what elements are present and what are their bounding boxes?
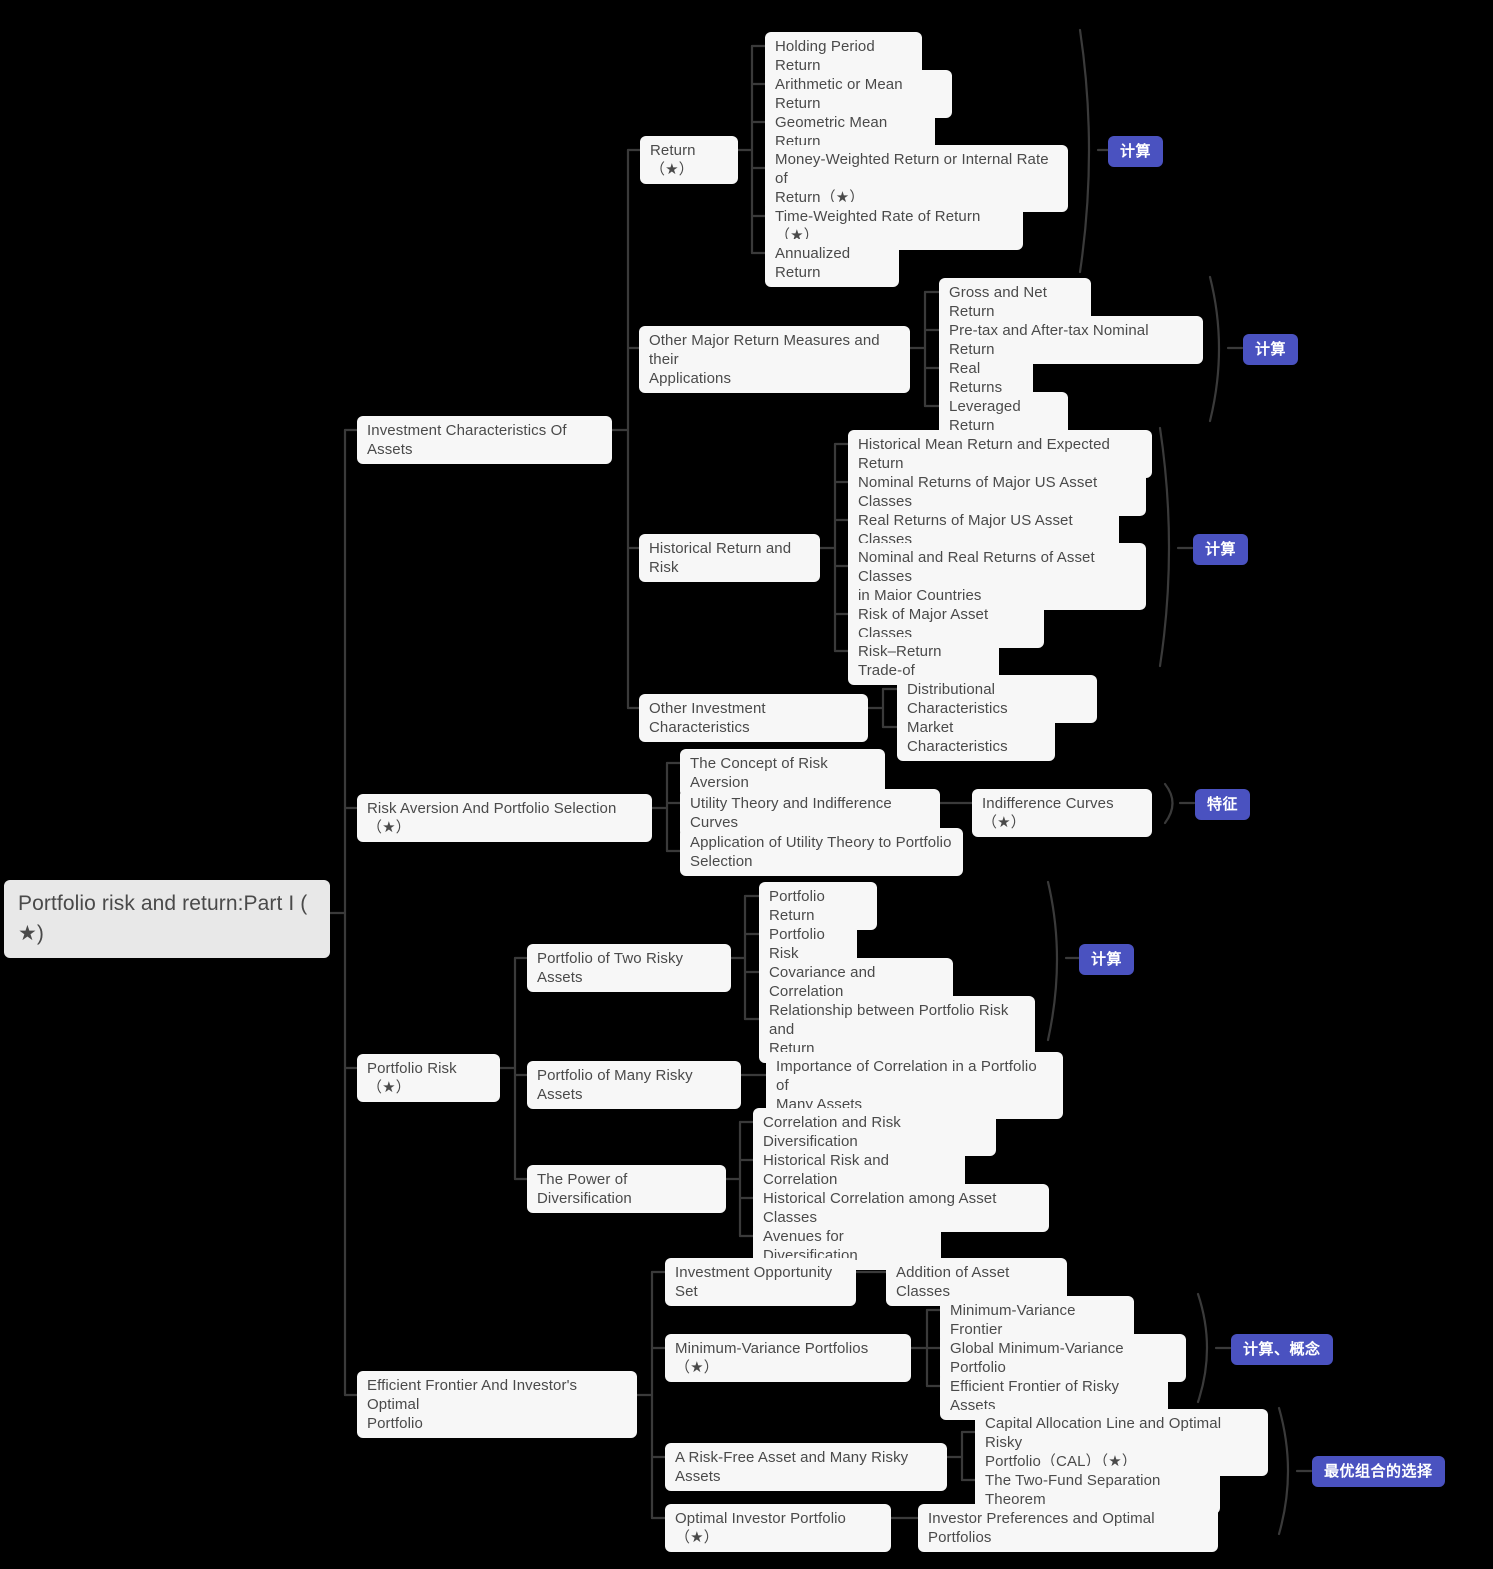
node-portfolio-of-many-risky-assets[interactable]: Portfolio of Many Risky Assets xyxy=(527,1061,741,1109)
node-other-major-return-measures[interactable]: Other Major Return Measures and their Ap… xyxy=(639,326,910,393)
node-risk-free-asset-many-risky-assets[interactable]: A Risk-Free Asset and Many Risky Assets xyxy=(665,1443,947,1491)
branch-portfolio-risk[interactable]: Portfolio Risk（★） xyxy=(357,1054,500,1102)
badge-risk-aversion-feature[interactable]: 特征 xyxy=(1195,789,1251,820)
badge-optimal-combination-choice[interactable]: 最优组合的选择 xyxy=(1312,1456,1445,1487)
badge-min-variance-calculation-concept[interactable]: 计算、概念 xyxy=(1231,1334,1333,1365)
node-other-investment-characteristics[interactable]: Other Investment Characteristics xyxy=(639,694,868,742)
node-portfolio-of-two-risky-assets[interactable]: Portfolio of Two Risky Assets xyxy=(527,944,731,992)
branch-efficient-frontier[interactable]: Efficient Frontier And Investor's Optima… xyxy=(357,1371,637,1438)
root-node[interactable]: Portfolio risk and return:Part I ( ★) xyxy=(4,880,330,958)
branch-investment-characteristics[interactable]: Investment Characteristics Of Assets xyxy=(357,416,612,464)
branch-risk-aversion[interactable]: Risk Aversion And Portfolio Selection（★） xyxy=(357,794,652,842)
node-indifference-curves[interactable]: Indifference Curves（★） xyxy=(972,789,1152,837)
mindmap-canvas: Portfolio risk and return:Part I ( ★) In… xyxy=(0,0,1493,1569)
node-historical-return-and-risk[interactable]: Historical Return and Risk xyxy=(639,534,820,582)
node-return[interactable]: Return（★） xyxy=(640,136,738,184)
node-investment-opportunity-set[interactable]: Investment Opportunity Set xyxy=(665,1258,856,1306)
badge-other-measures-calculation[interactable]: 计算 xyxy=(1243,334,1299,365)
badge-portfolio-two-calculation[interactable]: 计算 xyxy=(1079,944,1135,975)
badge-historical-calculation[interactable]: 计算 xyxy=(1193,534,1249,565)
node-optimal-investor-portfolio[interactable]: Optimal Investor Portfolio（★） xyxy=(665,1504,891,1552)
badge-return-calculation[interactable]: 计算 xyxy=(1108,136,1164,167)
node-application-utility-theory[interactable]: Application of Utility Theory to Portfol… xyxy=(680,828,963,876)
node-power-of-diversification[interactable]: The Power of Diversification xyxy=(527,1165,726,1213)
node-minimum-variance-portfolios[interactable]: Minimum-Variance Portfolios（★） xyxy=(665,1334,911,1382)
node-annualized-return[interactable]: Annualized Return xyxy=(765,239,899,287)
node-investor-preferences[interactable]: Investor Preferences and Optimal Portfol… xyxy=(918,1504,1218,1552)
node-market-characteristics[interactable]: Market Characteristics xyxy=(897,713,1055,761)
